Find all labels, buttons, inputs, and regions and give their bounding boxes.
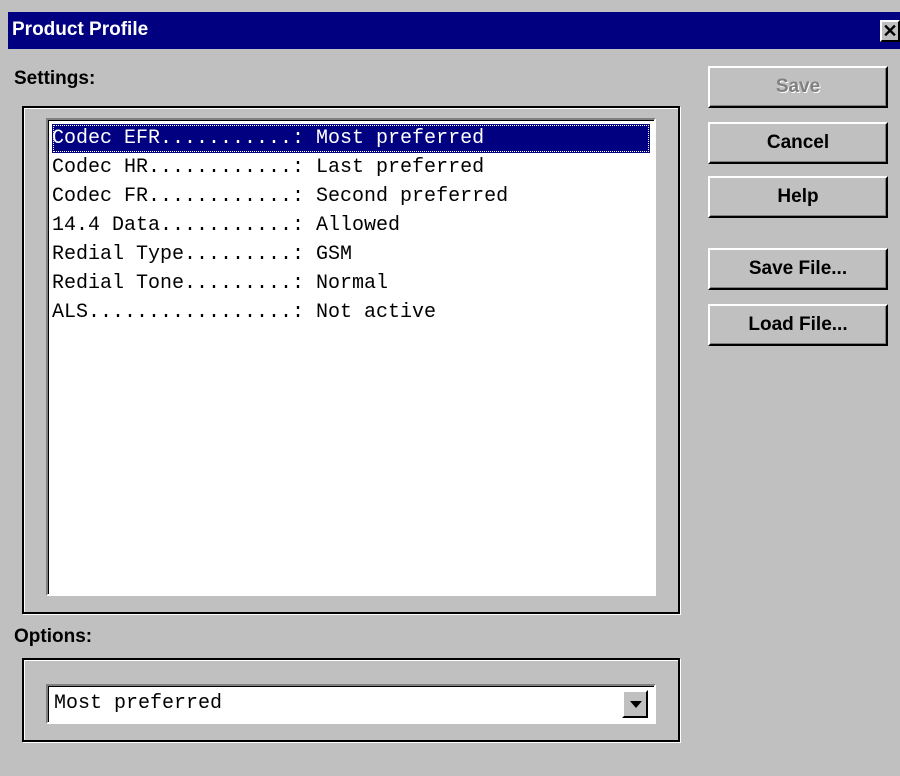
chevron-down-icon[interactable]: [622, 690, 648, 718]
settings-row-codec-fr[interactable]: Codec FR............: Second preferred: [52, 182, 508, 211]
help-button[interactable]: Help: [708, 176, 888, 218]
settings-label: Settings:: [14, 68, 96, 89]
settings-row-redial-tone[interactable]: Redial Tone.........: Normal: [52, 269, 388, 298]
title-bar[interactable]: Product Profile ✕: [8, 12, 900, 49]
settings-row-codec-hr[interactable]: Codec HR............: Last preferred: [52, 153, 484, 182]
save-button[interactable]: Save: [708, 66, 888, 108]
window-title: Product Profile: [12, 19, 149, 40]
settings-row-data[interactable]: 14.4 Data...........: Allowed: [52, 211, 400, 240]
save-file-button[interactable]: Save File...: [708, 248, 888, 290]
load-file-button[interactable]: Load File...: [708, 304, 888, 346]
settings-row-codec-efr[interactable]: Codec EFR...........: Most preferred: [52, 124, 650, 153]
options-dropdown-value: Most preferred: [54, 692, 223, 715]
options-dropdown[interactable]: Most preferred: [46, 684, 656, 724]
settings-row-als[interactable]: ALS.................: Not active: [52, 298, 436, 327]
product-profile-dialog: Product Profile ✕ Settings: Codec EFR...…: [0, 0, 900, 776]
settings-row-redial-type[interactable]: Redial Type.........: GSM: [52, 240, 352, 269]
options-label: Options:: [14, 626, 93, 647]
cancel-button[interactable]: Cancel: [708, 122, 888, 164]
close-icon[interactable]: ✕: [880, 20, 900, 42]
settings-listbox[interactable]: Codec EFR...........: Most preferred Cod…: [46, 118, 656, 596]
